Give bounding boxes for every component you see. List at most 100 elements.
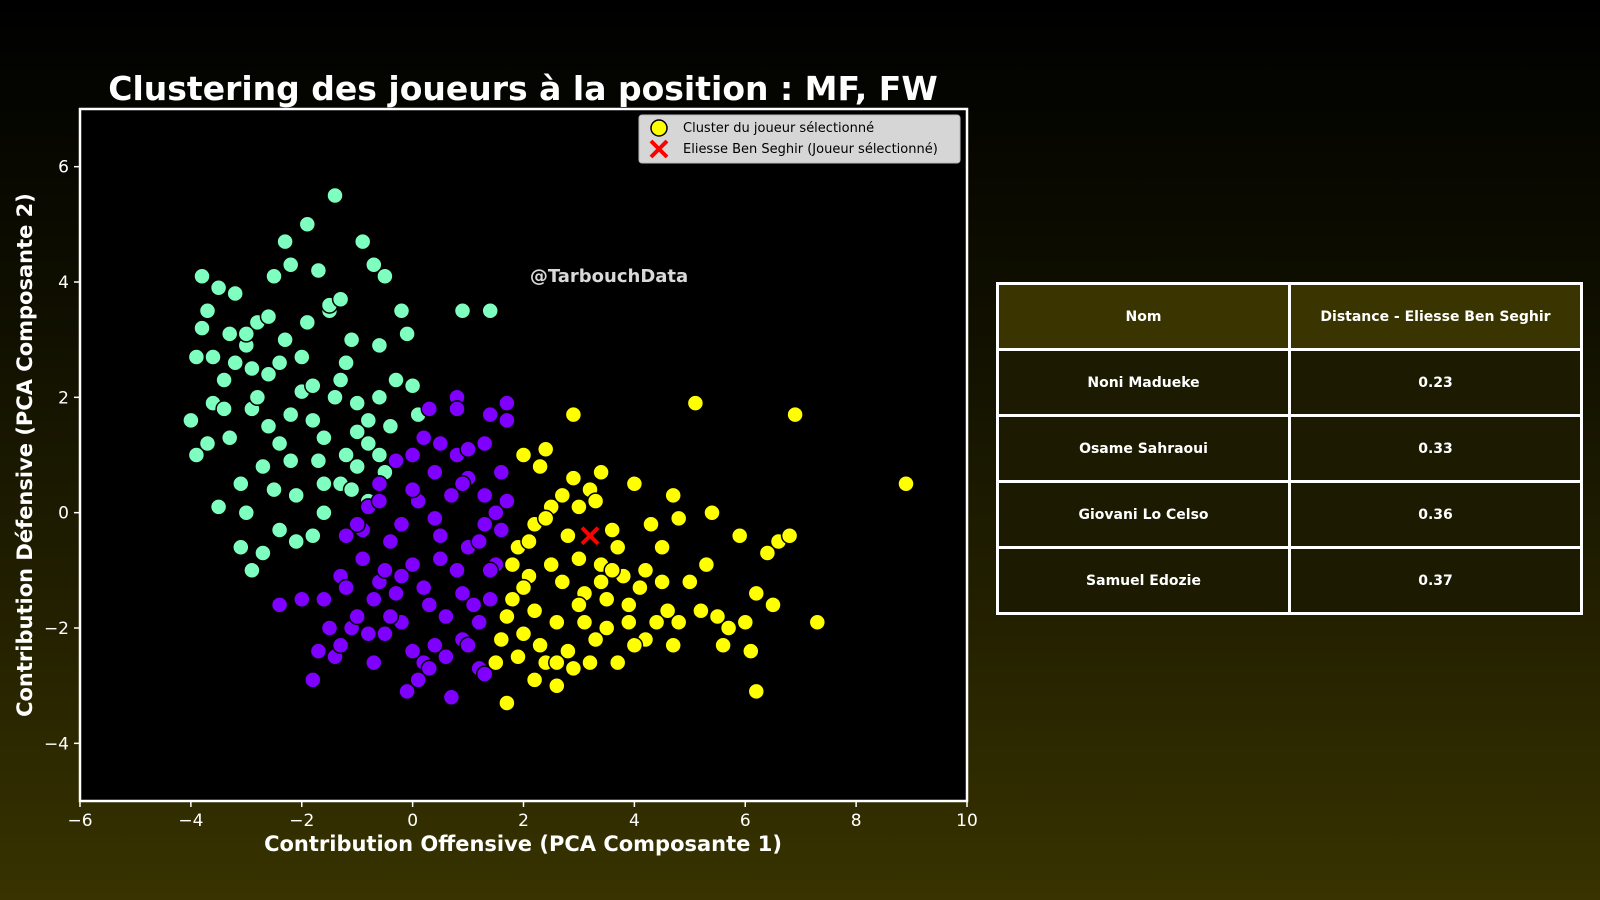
scatter-point-cluster-2-27 (620, 613, 638, 631)
x-tick-label: 8 (851, 811, 862, 831)
scatter-point-cluster-2-46 (730, 526, 749, 545)
scatter-point-cluster-0-50 (287, 532, 305, 551)
scatter-point-cluster-0-72 (276, 232, 294, 251)
scatter-point-cluster-0-51 (304, 526, 322, 545)
x-tick-label: 10 (956, 811, 978, 831)
scatter-point-cluster-1-4 (320, 619, 339, 637)
scatter-point-cluster-1-78 (370, 492, 389, 510)
scatter-point-cluster-0-85 (309, 452, 328, 470)
scatter-point-cluster-1-27 (448, 561, 466, 580)
scatter-point-cluster-0-28 (342, 330, 361, 349)
scatter-point-cluster-0-42 (182, 411, 200, 430)
scatter-point-cluster-0-2 (198, 302, 217, 320)
scatter-point-cluster-1-69 (459, 636, 477, 655)
scatter-point-cluster-0-35 (381, 417, 400, 435)
scatter-point-cluster-2-6 (514, 446, 533, 464)
x-tick-label: −2 (289, 811, 314, 831)
scatter-point-cluster-1-3 (309, 642, 328, 660)
scatter-point-cluster-2-69 (581, 653, 599, 672)
scatter-point-cluster-0-80 (204, 348, 222, 366)
scatter-point-cluster-2-33 (653, 538, 671, 557)
y-axis-label: Contribution Défensive (PCA Composante 2… (13, 193, 37, 717)
scatter-point-cluster-0-70 (359, 411, 378, 430)
header-distance: Distance - Eliesse Ben Seghir (1288, 282, 1583, 351)
scatter-point-cluster-0-21 (304, 411, 322, 430)
distance-cell: 0.23 (1288, 348, 1583, 417)
scatter-point-cluster-2-41 (697, 555, 716, 574)
scatter-point-cluster-0-33 (370, 336, 389, 355)
scatter-point-cluster-1-62 (481, 561, 499, 580)
scatter-point-cluster-2-82 (509, 648, 527, 666)
scatter-point-cluster-0-87 (259, 307, 278, 326)
scatter-point-cluster-1-15 (381, 532, 400, 551)
scatter-point-cluster-1-66 (403, 642, 422, 660)
scatter-point-cluster-2-65 (514, 578, 533, 597)
scatter-point-cluster-1-39 (431, 434, 450, 453)
scatter-point-cluster-1-25 (437, 607, 455, 626)
scatter-point-cluster-0-71 (370, 388, 389, 407)
scatter-point-cluster-0-16 (276, 330, 294, 349)
scatter-point-cluster-1-64 (359, 625, 378, 643)
scatter-point-cluster-1-58 (426, 509, 444, 528)
scatter-point-cluster-0-34 (376, 267, 394, 285)
scatter-point-cluster-2-9 (531, 457, 549, 476)
scatter-point-cluster-1-1 (293, 590, 311, 608)
scatter-point-cluster-2-1 (492, 630, 511, 649)
scatter-point-cluster-0-29 (348, 394, 366, 412)
scatter-point-cluster-0-25 (326, 186, 344, 205)
scatter-point-cluster-0-57 (215, 400, 233, 418)
scatter-point-cluster-0-43 (198, 434, 217, 453)
player-name-cell: Samuel Edozie (996, 546, 1291, 615)
scatter-point-cluster-1-65 (381, 607, 400, 626)
scatter-point-cluster-1-35 (370, 475, 389, 493)
scatter-point-cluster-2-76 (586, 492, 605, 510)
scatter-point-cluster-0-17 (281, 255, 300, 274)
scatter-point-cluster-2-38 (681, 573, 699, 591)
distance-table: Nom Distance - Eliesse Ben Seghir Noni M… (996, 282, 1583, 615)
scatter-point-cluster-1-37 (403, 446, 422, 464)
scatter-point-cluster-1-72 (392, 567, 411, 585)
scatter-point-cluster-2-40 (692, 601, 710, 620)
scatter-point-cluster-2-56 (808, 613, 827, 631)
y-tick-label: −2 (44, 619, 69, 639)
scatter-point-cluster-1-16 (387, 584, 405, 603)
scatter-point-cluster-0-64 (293, 348, 311, 366)
x-tick-label: −6 (67, 811, 92, 831)
scatter-point-cluster-2-79 (636, 561, 655, 580)
player-name-cell: Noni Madueke (996, 348, 1291, 417)
scatter-point-cluster-0-84 (281, 452, 300, 470)
scatter-point-cluster-1-10 (353, 550, 372, 568)
scatter-point-cluster-2-14 (553, 573, 572, 591)
scatter-point-cluster-2-24 (603, 521, 621, 539)
scatter-point-cluster-1-22 (420, 596, 439, 614)
scatter-point-cluster-1-75 (453, 584, 472, 603)
scatter-point-cluster-2-39 (686, 394, 705, 412)
scatter-point-cluster-2-42 (703, 503, 721, 522)
scatter-point-cluster-1-67 (420, 659, 439, 678)
scatter-point-cluster-2-28 (625, 475, 644, 493)
y-tick-label: 2 (58, 388, 69, 408)
scatter-point-cluster-1-41 (459, 440, 477, 458)
scatter-point-cluster-2-85 (570, 596, 588, 614)
distance-cell: 0.33 (1288, 414, 1583, 483)
scatter-point-cluster-1-53 (337, 578, 355, 597)
scatter-point-cluster-0-73 (298, 313, 317, 332)
scatter-point-cluster-0-0 (187, 348, 206, 366)
scatter-point-cluster-0-62 (270, 353, 289, 372)
scatter-point-cluster-1-38 (414, 428, 433, 447)
scatter-point-cluster-1-55 (376, 561, 394, 580)
x-axis-label: Contribution Offensive (PCA Composante 1… (264, 832, 782, 856)
scatter-point-cluster-2-50 (747, 682, 766, 701)
scatter-point-cluster-0-78 (370, 446, 389, 464)
distance-cell: 0.36 (1288, 480, 1583, 549)
scatter-point-cluster-0-65 (304, 377, 322, 395)
scatter-point-cluster-1-51 (487, 503, 505, 522)
scatter-point-cluster-0-44 (209, 498, 228, 516)
scatter-point-cluster-0-49 (270, 521, 289, 539)
table-row: Giovani Lo Celso 0.36 (996, 480, 1583, 549)
scatter-point-cluster-0-4 (209, 279, 228, 297)
scatter-point-cluster-2-83 (525, 671, 544, 689)
legend-label-selected: Eliesse Ben Seghir (Joueur sélectionné) (683, 142, 938, 157)
scatter-point-cluster-1-77 (348, 515, 366, 533)
scatter-point-cluster-1-26 (442, 688, 461, 706)
